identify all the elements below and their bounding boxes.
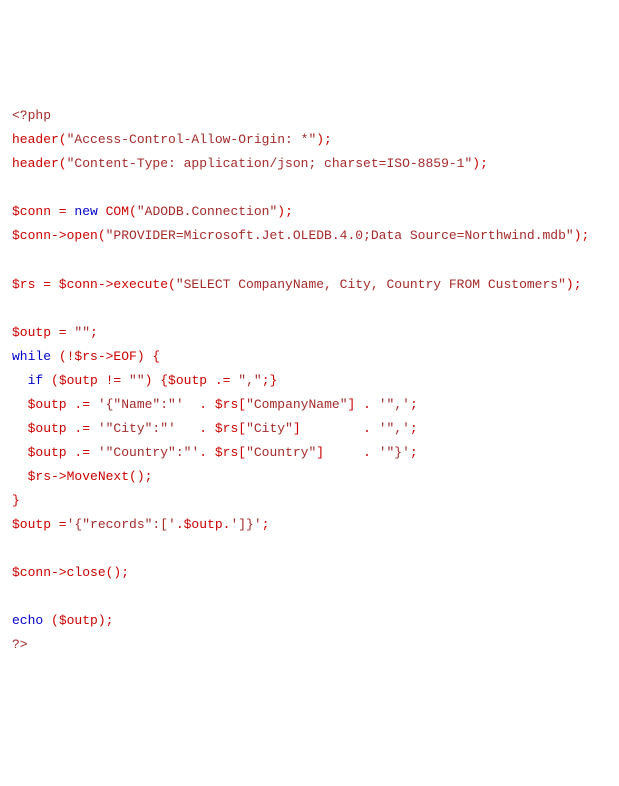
code-line: $rs->MoveNext();	[12, 465, 607, 489]
code-token: header(	[12, 156, 67, 171]
code-token: ']}'	[230, 517, 261, 532]
code-line	[12, 248, 607, 272]
code-token: $rs = $conn->execute(	[12, 277, 176, 292]
code-token: ;	[410, 397, 418, 412]
code-token: ] .	[348, 397, 379, 412]
code-line: header("Content-Type: application/json; …	[12, 152, 607, 176]
code-line: echo ($outp);	[12, 609, 607, 633]
code-token: . $rs[	[184, 397, 246, 412]
code-token: <?php	[12, 108, 51, 123]
code-token: "CompanyName"	[246, 397, 347, 412]
code-token: ;	[410, 421, 418, 436]
code-line: $conn = new COM("ADODB.Connection");	[12, 200, 607, 224]
code-line: $outp .= '{"Name":"' . $rs["CompanyName"…	[12, 393, 607, 417]
code-token: ""	[129, 373, 145, 388]
code-line	[12, 297, 607, 321]
code-token: '",'	[379, 421, 410, 436]
code-line: $conn->open("PROVIDER=Microsoft.Jet.OLED…	[12, 224, 607, 248]
code-token: . $rs[	[199, 445, 246, 460]
code-token: ] .	[293, 421, 379, 436]
code-token: ?>	[12, 637, 28, 652]
code-token: '"}'	[379, 445, 410, 460]
code-token: "City"	[246, 421, 293, 436]
code-line: $outp .= '"Country":"'. $rs["Country"] .…	[12, 441, 607, 465]
code-token: $conn->close();	[12, 565, 129, 580]
code-token: "ADODB.Connection"	[137, 204, 277, 219]
code-token: );	[566, 277, 582, 292]
code-token: $conn =	[12, 204, 74, 219]
code-token: "Country"	[246, 445, 316, 460]
code-line: $conn->close();	[12, 561, 607, 585]
code-token: $outp =	[12, 517, 67, 532]
code-token: if	[28, 373, 44, 388]
code-block: <?php header("Access-Control-Allow-Origin…	[12, 104, 607, 657]
code-token: $outp .=	[12, 445, 98, 460]
code-token: '{"records":['	[67, 517, 176, 532]
code-token: $outp =	[12, 325, 74, 340]
code-token: );	[316, 132, 332, 147]
code-token: $outp .=	[12, 421, 98, 436]
code-line: header("Access-Control-Allow-Origin: *")…	[12, 128, 607, 152]
code-token: while	[12, 349, 51, 364]
code-token: $outp .=	[12, 397, 98, 412]
code-token: "Content-Type: application/json; charset…	[67, 156, 473, 171]
code-line: <?php	[12, 104, 607, 128]
code-token: );	[277, 204, 293, 219]
code-token: );	[574, 228, 590, 243]
code-line	[12, 585, 607, 609]
code-token: echo	[12, 613, 43, 628]
code-token: ($outp !=	[43, 373, 129, 388]
code-token: ($outp);	[43, 613, 113, 628]
code-line: $outp ='{"records":['.$outp.']}';	[12, 513, 607, 537]
code-token: "SELECT CompanyName, City, Country FROM …	[176, 277, 566, 292]
code-token: . $rs[	[176, 421, 246, 436]
code-token: '",'	[379, 397, 410, 412]
code-token: COM(	[98, 204, 137, 219]
code-line: ?>	[12, 633, 607, 657]
code-token: ","	[238, 373, 261, 388]
code-line: if ($outp != "") {$outp .= ",";}	[12, 369, 607, 393]
code-line: $outp .= '"City":"' . $rs["City"] . '",'…	[12, 417, 607, 441]
code-line: $rs = $conn->execute("SELECT CompanyName…	[12, 273, 607, 297]
code-token: '"Country":"'	[98, 445, 199, 460]
code-token: (!$rs->EOF) {	[51, 349, 160, 364]
code-token: '"City":"'	[98, 421, 176, 436]
code-line: }	[12, 489, 607, 513]
code-token: ;	[90, 325, 98, 340]
code-token: $rs->MoveNext();	[12, 469, 152, 484]
code-token: );	[472, 156, 488, 171]
code-token: new	[74, 204, 97, 219]
code-line	[12, 537, 607, 561]
code-token: ) {$outp .=	[145, 373, 239, 388]
code-token: "PROVIDER=Microsoft.Jet.OLEDB.4.0;Data S…	[106, 228, 574, 243]
code-line	[12, 176, 607, 200]
code-line: while (!$rs->EOF) {	[12, 345, 607, 369]
code-token: .$outp.	[176, 517, 231, 532]
code-token: '{"Name":"'	[98, 397, 184, 412]
code-token: ;	[410, 445, 418, 460]
code-token: ] .	[316, 445, 378, 460]
code-token: }	[12, 493, 20, 508]
code-token: $conn->open(	[12, 228, 106, 243]
code-token: ;}	[262, 373, 278, 388]
code-token	[12, 373, 28, 388]
code-line: $outp = "";	[12, 321, 607, 345]
code-token: header(	[12, 132, 67, 147]
code-token: ;	[262, 517, 270, 532]
code-token: ""	[74, 325, 90, 340]
code-token: "Access-Control-Allow-Origin: *"	[67, 132, 317, 147]
